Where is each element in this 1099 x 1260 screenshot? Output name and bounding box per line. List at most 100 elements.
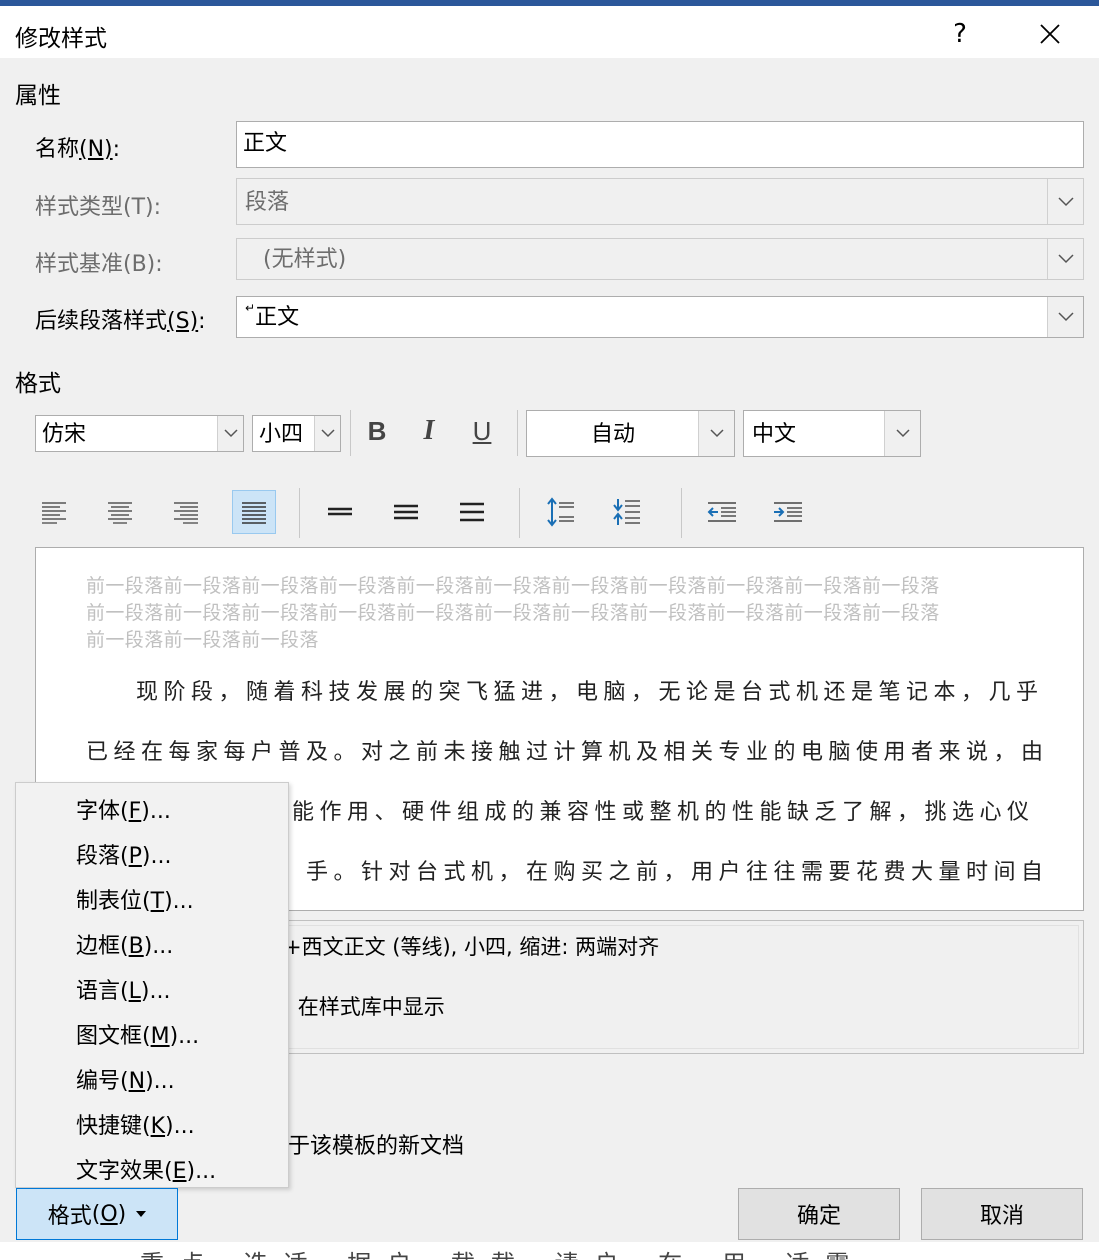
- menu-item-key: T: [150, 889, 165, 914]
- underline-button[interactable]: U: [460, 409, 504, 453]
- single-spacing-button[interactable]: [318, 490, 362, 534]
- menu-item-language[interactable]: 语言(L)...: [76, 973, 170, 1005]
- size-arrow: [314, 416, 340, 451]
- chevron-down-icon: [223, 429, 238, 438]
- size-select[interactable]: 小四: [252, 415, 341, 452]
- font-select[interactable]: 仿宋: [35, 415, 244, 452]
- increase-paragraph-spacing-button[interactable]: [538, 490, 582, 534]
- menu-item-label: 段落: [76, 844, 121, 869]
- double-spacing-button[interactable]: [450, 490, 494, 534]
- style-description-line: +西文正文 (等线), 小四, 缩进: 两端对齐: [284, 935, 660, 959]
- color-value: 自动: [591, 422, 636, 447]
- following-label-text: 后续段落样式: [35, 309, 168, 334]
- name-label-text: 名称: [35, 137, 80, 162]
- following-style-value: ↵正文: [245, 297, 299, 339]
- style-type-arrow: [1047, 179, 1083, 224]
- close-button[interactable]: [1028, 12, 1072, 56]
- following-label-mnemonic: (S): [167, 309, 199, 334]
- format-menu: 字体(F)... 段落(P)... 制表位(T)... 边框(B)... 语言(…: [15, 782, 289, 1188]
- align-left-icon: [42, 502, 66, 524]
- ok-button[interactable]: 确定: [738, 1188, 900, 1240]
- menu-item-shortcut-key[interactable]: 快捷键(K)...: [76, 1108, 195, 1140]
- style-based-value: (无样式): [263, 247, 347, 272]
- menu-item-paragraph[interactable]: 段落(P)...: [76, 838, 171, 870]
- chevron-down-icon: [1057, 312, 1074, 322]
- menu-item-label: 文字效果: [76, 1159, 165, 1184]
- chevron-down-icon: [709, 429, 724, 438]
- decrease-indent-button[interactable]: [700, 490, 744, 534]
- name-field[interactable]: 正文: [236, 121, 1084, 168]
- toolbar-separator: [299, 488, 300, 538]
- font-value: 仿宋: [42, 422, 87, 447]
- menu-item-label: 快捷键: [76, 1114, 143, 1139]
- format-dropdown-button[interactable]: 格式(O): [16, 1188, 178, 1240]
- bold-button[interactable]: B: [355, 409, 399, 453]
- decrease-paragraph-spacing-button[interactable]: [604, 490, 648, 534]
- style-based-label: 样式基准(B):: [35, 252, 163, 277]
- menu-item-font[interactable]: 字体(F)...: [76, 793, 171, 825]
- line-spacing-double-icon: [460, 502, 484, 522]
- menu-item-label: 语言: [76, 979, 121, 1004]
- chevron-down-icon: [1057, 254, 1074, 264]
- name-label-colon: :: [112, 137, 121, 162]
- menu-item-key: K: [150, 1114, 166, 1139]
- style-description-line: : 在样式库中显示: [284, 995, 445, 1019]
- previous-paragraph-line: 前一段落前一段落前一段落前一段落前一段落前一段落前一段落前一段落前一段落前一段落…: [86, 575, 940, 597]
- paragraph-mark-icon: ↵: [245, 301, 256, 315]
- size-value: 小四: [259, 422, 304, 447]
- align-right-button[interactable]: [164, 490, 208, 534]
- toolbar-separator: [350, 410, 351, 456]
- menu-item-numbering[interactable]: 编号(N)...: [76, 1063, 175, 1095]
- help-button[interactable]: ?: [938, 12, 982, 56]
- menu-item-border[interactable]: 边框(B)...: [76, 928, 173, 960]
- menu-item-label: 边框: [76, 934, 121, 959]
- chevron-down-icon: [320, 429, 335, 438]
- style-type-label: 样式类型(T):: [35, 195, 162, 220]
- menu-item-key: E: [172, 1159, 187, 1184]
- font-arrow: [217, 416, 243, 451]
- increase-spacing-icon: [547, 497, 574, 527]
- format-section-title: 格式: [15, 371, 61, 397]
- italic-button[interactable]: I: [407, 409, 451, 453]
- cancel-button[interactable]: 取消: [921, 1188, 1083, 1240]
- script-value: 中文: [752, 422, 797, 447]
- underlying-document: 重点 选适 据户 载载 请户 在 用 适霸: [0, 1242, 1099, 1260]
- name-label: 名称(N):: [35, 131, 120, 163]
- properties-section-title: 属性: [15, 83, 61, 109]
- line-spacing-onehalf-icon: [394, 504, 418, 520]
- chevron-down-icon: [1057, 196, 1074, 206]
- align-justify-icon: [242, 502, 266, 524]
- menu-item-label: 图文框: [76, 1024, 143, 1049]
- menu-item-tabs[interactable]: 制表位(T)...: [76, 883, 194, 915]
- script-select[interactable]: 中文: [743, 410, 921, 457]
- align-justify-button[interactable]: [232, 490, 276, 534]
- align-center-icon: [108, 502, 132, 524]
- decrease-indent-icon: [707, 502, 736, 522]
- increase-indent-button[interactable]: [766, 490, 810, 534]
- menu-item-key: N: [128, 1069, 146, 1094]
- chevron-down-icon: [895, 429, 910, 438]
- color-arrow: [698, 411, 734, 456]
- name-label-mnemonic: (N): [79, 137, 113, 162]
- style-type-select[interactable]: 段落: [236, 178, 1084, 225]
- dialog-title: 修改样式: [15, 26, 107, 52]
- toolbar-separator: [519, 488, 520, 538]
- menu-item-text-effects[interactable]: 文字效果(E)...: [76, 1153, 216, 1185]
- new-documents-template-option[interactable]: 于该模板的新文档: [288, 1128, 464, 1160]
- following-style-text: 正文: [255, 305, 300, 330]
- menu-item-frame[interactable]: 图文框(M)...: [76, 1018, 199, 1050]
- style-type-value: 段落: [245, 190, 290, 215]
- toolbar-separator: [681, 488, 682, 538]
- decrease-spacing-icon: [613, 499, 640, 525]
- increase-indent-icon: [774, 502, 802, 522]
- one-half-spacing-button[interactable]: [384, 490, 428, 534]
- color-select[interactable]: 自动: [526, 410, 735, 457]
- align-left-button[interactable]: [32, 490, 76, 534]
- script-arrow: [884, 411, 920, 456]
- following-style-select[interactable]: ↵正文: [236, 296, 1084, 338]
- toolbar-separator: [517, 410, 518, 456]
- align-center-button[interactable]: [98, 490, 142, 534]
- preview-body-line: 手。针对台式机，在购买之前，用户往往需要花费大量时间自: [306, 860, 1049, 885]
- style-based-select[interactable]: (无样式): [236, 238, 1084, 280]
- style-based-arrow: [1047, 239, 1083, 279]
